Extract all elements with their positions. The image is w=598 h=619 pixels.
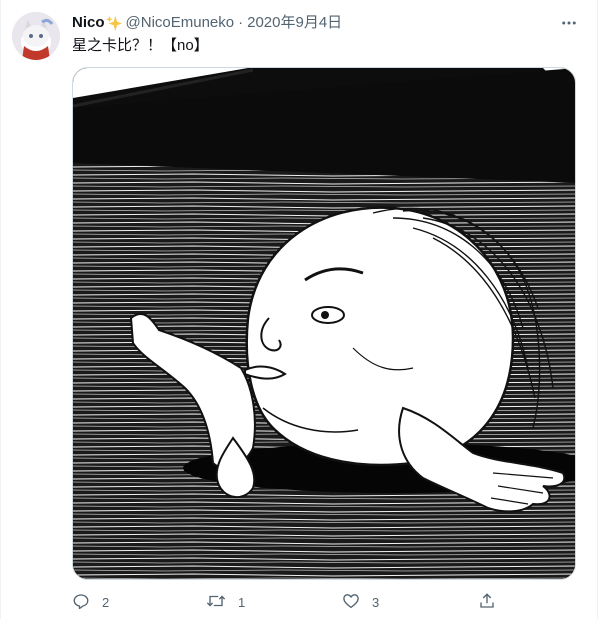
user-handle[interactable]: @NicoEmuneko	[126, 13, 235, 33]
share-icon	[478, 592, 496, 613]
tweet-text: 星之卡比？！【no】	[72, 37, 209, 54]
sparkle-icon	[105, 15, 123, 32]
tweet-actions: 2 1 3	[72, 590, 512, 614]
tweet-card[interactable]: Nico @NicoEmuneko · 2020年9月4日 星之卡比？！【no】	[0, 0, 598, 619]
tweet-header: Nico @NicoEmuneko · 2020年9月4日	[72, 13, 342, 33]
more-icon[interactable]	[559, 13, 579, 33]
like-button[interactable]: 3	[342, 592, 379, 613]
tweet-media[interactable]	[72, 67, 576, 580]
manga-illustration	[73, 68, 575, 579]
display-name[interactable]: Nico	[72, 13, 105, 33]
retweet-count: 1	[238, 594, 246, 610]
reply-button[interactable]: 2	[72, 592, 109, 613]
reply-icon	[72, 592, 90, 613]
like-count: 3	[372, 594, 380, 610]
retweet-icon	[206, 592, 226, 613]
avatar-image	[12, 12, 60, 60]
reply-count: 2	[102, 594, 110, 610]
tweet-date[interactable]: 2020年9月4日	[247, 13, 342, 33]
share-button[interactable]	[478, 592, 496, 613]
heart-icon	[342, 592, 360, 613]
retweet-button[interactable]: 1	[206, 592, 245, 613]
avatar[interactable]	[12, 12, 60, 60]
separator-dot: ·	[238, 14, 244, 31]
